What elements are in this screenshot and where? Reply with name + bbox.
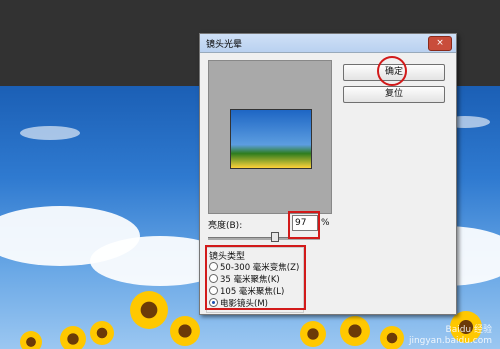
brightness-unit: % [321, 218, 330, 228]
reset-button[interactable]: 复位 [343, 86, 445, 103]
close-icon: × [436, 38, 444, 48]
close-button[interactable]: × [428, 36, 452, 51]
preview-thumbnail[interactable] [230, 109, 312, 169]
brightness-slider-thumb[interactable] [271, 232, 279, 242]
brightness-label: 亮度(B): [208, 221, 243, 231]
brightness-highlight-box [288, 211, 320, 239]
ok-highlight-circle [377, 56, 407, 86]
preview-area[interactable] [208, 60, 332, 214]
dialog-title: 镜头光晕 [206, 40, 243, 50]
lens-type-highlight-box [205, 245, 306, 310]
baidu-watermark: Baidu 经验 jingyan.baidu.com [408, 325, 492, 346]
dialog-titlebar[interactable]: 镜头光晕 × [200, 34, 456, 53]
